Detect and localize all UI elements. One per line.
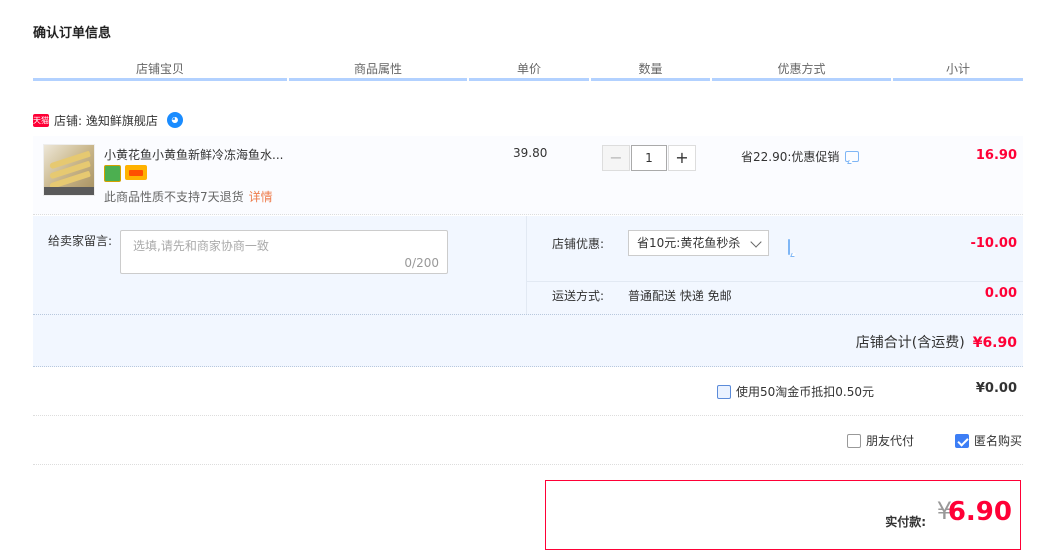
shop-total-label: 店铺合计(含运费) bbox=[855, 335, 965, 351]
payment-summary-box: 实付款: ¥ 6.90 bbox=[545, 480, 1021, 550]
message-char-count: 0/200 bbox=[404, 256, 439, 270]
coin-amount: ¥0.00 bbox=[975, 381, 1017, 396]
friend-pay-label: 朋友代付 bbox=[866, 434, 915, 448]
seller-message-textarea[interactable]: 选填,请先和商家协商一致 0/200 bbox=[120, 230, 448, 274]
coin-option[interactable]: 使用50淘金币抵扣0.50元 bbox=[717, 383, 874, 400]
divider bbox=[526, 216, 527, 314]
shipping-amount: 0.00 bbox=[984, 286, 1017, 301]
friend-pay-checkbox[interactable] bbox=[847, 433, 861, 448]
quantity-input[interactable]: 1 bbox=[631, 145, 667, 171]
message-label: 给卖家留言: bbox=[48, 234, 113, 248]
payment-amount: 6.90 bbox=[947, 497, 1012, 527]
payment-label: 实付款: bbox=[885, 515, 926, 529]
comment-icon[interactable] bbox=[788, 239, 790, 255]
order-extras: 给卖家留言: 选填,请先和商家协商一致 0/200 店铺优惠: 省10元:黄花鱼… bbox=[33, 216, 1023, 315]
col-header-attributes: 商品属性 bbox=[289, 60, 467, 81]
quantity-increase-button[interactable]: + bbox=[668, 145, 696, 171]
order-item-row: 小黄花鱼小黄鱼新鲜冷冻海鱼水... 此商品性质不支持7天退货 详情 39.80 −… bbox=[33, 136, 1023, 215]
message-placeholder: 选填,请先和商家协商一致 bbox=[133, 239, 269, 253]
anonymous-label: 匿名购买 bbox=[974, 434, 1023, 448]
coupon-label: 店铺优惠: bbox=[552, 237, 605, 251]
col-header-discount: 优惠方式 bbox=[712, 60, 891, 81]
item-subtotal: 16.90 bbox=[975, 148, 1017, 163]
col-header-quantity: 数量 bbox=[591, 60, 710, 81]
unit-price: 39.80 bbox=[513, 146, 548, 160]
col-header-unit-price: 单价 bbox=[469, 60, 589, 81]
coupon-select[interactable]: 省10元:黄花鱼秒杀 bbox=[628, 230, 769, 256]
shop-total: 店铺合计(含运费) ¥6.90 bbox=[856, 332, 1017, 352]
item-thumbnail[interactable] bbox=[43, 144, 95, 196]
taobao-coin-row: 使用50淘金币抵扣0.50元 ¥0.00 bbox=[33, 368, 1023, 416]
chevron-down-icon bbox=[750, 236, 762, 248]
item-return-note: 此商品性质不支持7天退货 详情 bbox=[104, 190, 273, 204]
friend-pay-option[interactable]: 朋友代付 bbox=[847, 432, 914, 449]
shipping-method: 普通配送 快递 免邮 bbox=[628, 289, 732, 303]
payment-options-row: 朋友代付 匿名购买 bbox=[33, 416, 1023, 465]
quantity-decrease-button[interactable]: − bbox=[602, 145, 630, 171]
comment-icon[interactable] bbox=[845, 151, 860, 162]
detail-link[interactable]: 详情 bbox=[249, 190, 273, 204]
shop-row: 天猫 店铺: 逸知鲜旗舰店 ◕ bbox=[33, 110, 183, 130]
shop-total-row: 店铺合计(含运费) ¥6.90 bbox=[33, 315, 1023, 367]
shop-total-amount: ¥6.90 bbox=[972, 335, 1017, 351]
promotion-info: 省22.90:优惠促销 bbox=[741, 148, 860, 165]
col-header-subtotal: 小计 bbox=[893, 60, 1023, 81]
anonymous-checkbox[interactable] bbox=[955, 433, 969, 448]
coin-checkbox[interactable] bbox=[717, 384, 731, 399]
divider bbox=[527, 281, 1023, 282]
shop-name[interactable]: 店铺: 逸知鲜旗舰店 bbox=[54, 112, 158, 129]
col-header-item: 店铺宝贝 bbox=[33, 60, 287, 81]
promotion-text: 省22.90:优惠促销 bbox=[741, 150, 840, 164]
item-service-icons bbox=[104, 165, 147, 182]
shipping-label: 运送方式: bbox=[552, 289, 605, 303]
quantity-stepper: − 1 + bbox=[602, 145, 696, 171]
wangwang-chat-icon[interactable]: ◕ bbox=[166, 112, 183, 128]
tmall-badge-icon: 天猫 bbox=[33, 113, 49, 127]
card-service-icon bbox=[125, 165, 147, 180]
table-header: 店铺宝贝 商品属性 单价 数量 优惠方式 小计 bbox=[33, 60, 1023, 82]
coupon-amount: -10.00 bbox=[970, 236, 1017, 251]
coupon-selected-value: 省10元:黄花鱼秒杀 bbox=[637, 236, 741, 250]
page-title: 确认订单信息 bbox=[33, 26, 112, 41]
anonymous-purchase-option[interactable]: 匿名购买 bbox=[955, 432, 1022, 449]
item-name-link[interactable]: 小黄花鱼小黄鱼新鲜冷冻海鱼水... bbox=[104, 146, 294, 163]
green-service-icon bbox=[104, 165, 121, 182]
coin-label: 使用50淘金币抵扣0.50元 bbox=[736, 385, 874, 399]
